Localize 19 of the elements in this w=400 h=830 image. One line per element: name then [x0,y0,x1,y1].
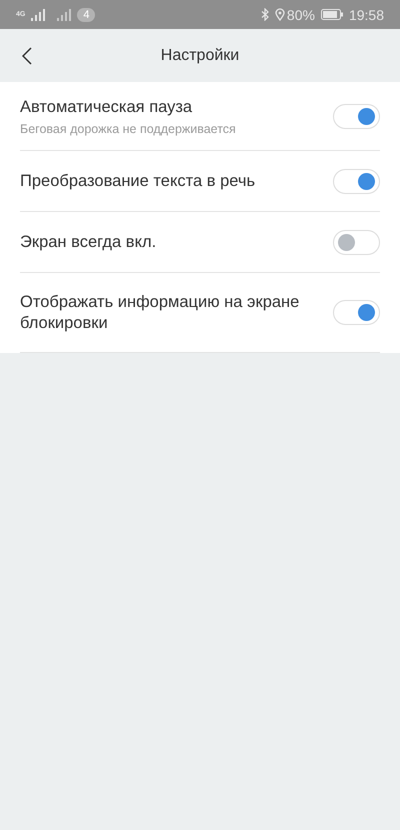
battery-percent: 80% [286,6,315,22]
setting-label: Автоматическая пауза [20,96,194,118]
toggle-switch[interactable] [333,300,380,325]
battery-icon [320,9,343,20]
location-icon [274,8,285,21]
toggle-switch[interactable] [333,168,380,194]
toggle-switch[interactable] [333,230,380,254]
page-title: Настройки [160,46,240,64]
signal-icon [31,8,46,20]
setting-label: Отображать информацию на экране блокировки [20,292,300,334]
back-icon[interactable] [22,46,32,64]
notification-badge: 4 [77,8,96,22]
setting-label: Экран всегда вкл. [20,232,158,252]
signal-icon [57,8,72,20]
clock: 19:58 [348,6,384,22]
toggle-switch[interactable] [333,104,380,128]
bluetooth-icon [260,8,269,21]
setting-label: Преобразование текста в речь [20,170,256,192]
setting-description: Беговая дорожка не поддерживается [20,122,237,136]
